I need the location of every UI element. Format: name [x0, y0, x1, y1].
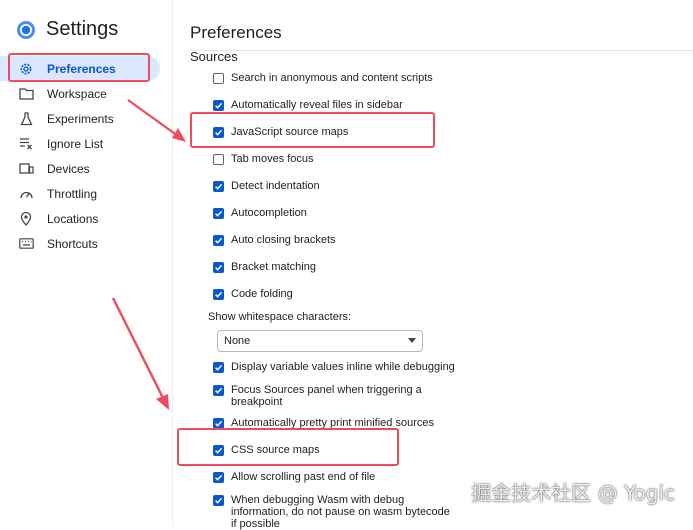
checkbox[interactable]: [213, 181, 224, 192]
setting-label: Code folding: [231, 288, 293, 300]
whitespace-select[interactable]: None: [217, 330, 423, 352]
highlight-preferences: [8, 53, 150, 82]
highlight-css-source-maps: [177, 428, 399, 466]
checkbox[interactable]: [213, 362, 224, 373]
setting-row[interactable]: Detect indentation: [213, 180, 320, 192]
whitespace-label: Show whitespace characters:: [208, 311, 352, 323]
sidebar-item-shortcuts[interactable]: Shortcuts: [0, 231, 172, 256]
setting-row[interactable]: Bracket matching: [213, 261, 316, 273]
setting-row[interactable]: Focus Sources panel when triggering a br…: [213, 384, 443, 408]
setting-label: Display variable values inline while deb…: [231, 361, 455, 373]
setting-label: Search in anonymous and content scripts: [231, 72, 433, 84]
setting-row[interactable]: Automatically reveal files in sidebar: [213, 99, 403, 111]
sidebar-item-label: Ignore List: [47, 136, 104, 151]
checkbox[interactable]: [213, 262, 224, 273]
title-divider: [190, 50, 693, 51]
watermark: 掘金技术社区 @ Yogic: [471, 481, 675, 505]
sidebar-item-label: Devices: [47, 161, 90, 176]
checkbox[interactable]: [213, 235, 224, 246]
checkbox[interactable]: [213, 385, 224, 396]
sidebar-item-locations[interactable]: Locations: [0, 206, 172, 231]
checkbox[interactable]: [213, 208, 224, 219]
section-title: Sources: [190, 49, 238, 64]
checkbox[interactable]: [213, 472, 224, 483]
checkbox[interactable]: [213, 73, 224, 84]
setting-label: Detect indentation: [231, 180, 320, 192]
devices-icon: [18, 161, 34, 177]
ignore-list-icon: [18, 136, 34, 152]
whitespace-select-value: None: [224, 335, 251, 347]
sidebar-item-workspace[interactable]: Workspace: [0, 81, 172, 106]
setting-row[interactable]: Autocompletion: [213, 207, 307, 219]
setting-row[interactable]: Search in anonymous and content scripts: [213, 72, 433, 84]
setting-label: Auto closing brackets: [231, 234, 336, 246]
location-pin-icon: [18, 211, 34, 227]
sidebar-item-ignore-list[interactable]: Ignore List: [0, 131, 172, 156]
sidebar-item-throttling[interactable]: Throttling: [0, 181, 172, 206]
setting-label: When debugging Wasm with debug informati…: [231, 494, 450, 530]
folder-icon: [18, 86, 34, 102]
sidebar-item-devices[interactable]: Devices: [0, 156, 172, 181]
setting-label: Automatically reveal files in sidebar: [231, 99, 403, 111]
setting-row[interactable]: Auto closing brackets: [213, 234, 336, 246]
settings-title: Settings: [46, 18, 119, 40]
setting-label: Bracket matching: [231, 261, 316, 273]
page-title: Preferences: [190, 23, 282, 42]
checkbox[interactable]: [213, 289, 224, 300]
devtools-logo-icon: [17, 20, 35, 39]
setting-row[interactable]: Display variable values inline while deb…: [213, 361, 455, 373]
sidebar-item-experiments[interactable]: Experiments: [0, 106, 172, 131]
setting-row[interactable]: When debugging Wasm with debug informati…: [213, 494, 453, 530]
setting-label: Allow scrolling past end of file: [231, 471, 376, 483]
checkbox[interactable]: [213, 495, 224, 506]
setting-label: Focus Sources panel when triggering a br…: [231, 384, 422, 408]
chevron-down-icon: [408, 338, 416, 343]
setting-row[interactable]: Tab moves focus: [213, 153, 314, 165]
speedometer-icon: [18, 186, 34, 202]
checkbox[interactable]: [213, 154, 224, 165]
sidebar-item-label: Workspace: [47, 86, 107, 101]
checkbox[interactable]: [213, 100, 224, 111]
sidebar-item-label: Locations: [47, 211, 99, 226]
settings-header: Settings: [16, 18, 118, 41]
settings-nav: Preferences Workspace Experiments Ignore…: [0, 56, 172, 256]
highlight-js-source-maps: [190, 112, 435, 148]
sidebar-item-label: Experiments: [47, 111, 114, 126]
setting-label: Tab moves focus: [231, 153, 314, 165]
setting-label: Autocompletion: [231, 207, 307, 219]
sidebar-item-label: Throttling: [47, 186, 98, 201]
keyboard-icon: [18, 236, 34, 252]
flask-icon: [18, 111, 34, 127]
setting-row[interactable]: Allow scrolling past end of file: [213, 471, 375, 483]
sidebar-item-label: Shortcuts: [47, 236, 98, 251]
setting-row[interactable]: Code folding: [213, 288, 293, 300]
